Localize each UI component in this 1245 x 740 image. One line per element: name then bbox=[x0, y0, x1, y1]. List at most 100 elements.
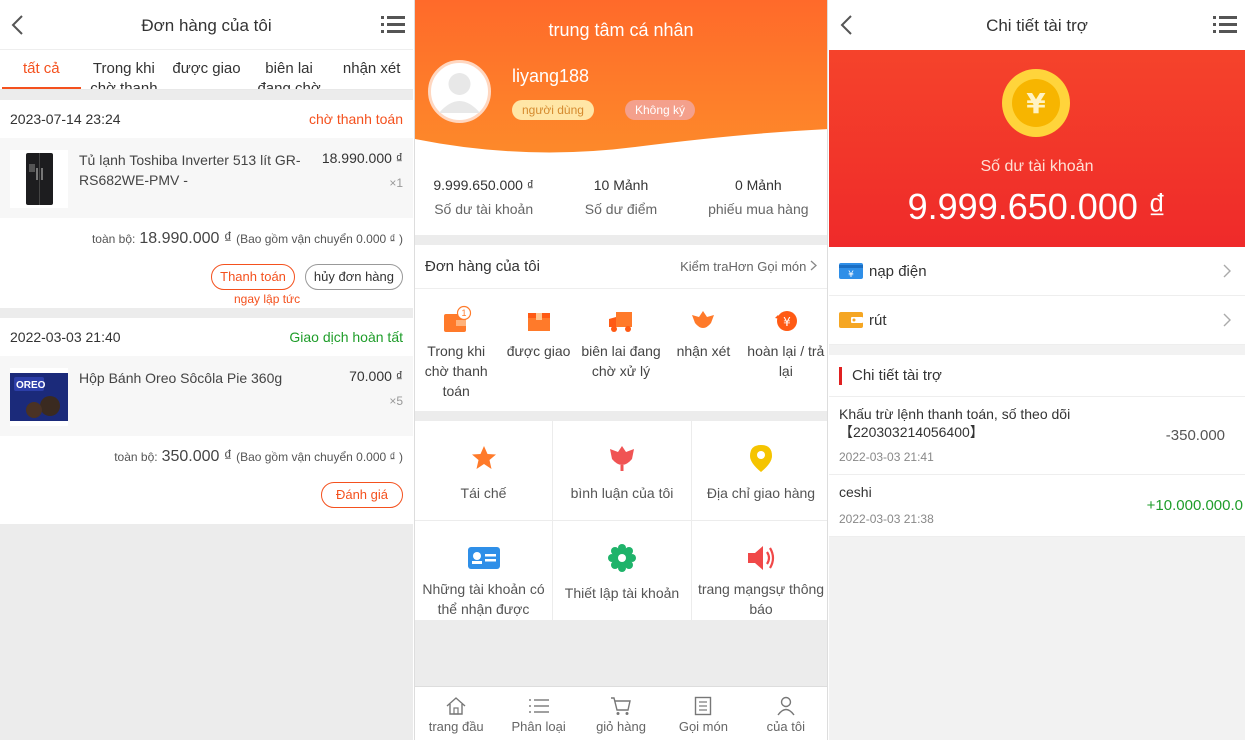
nav-home[interactable]: trang đầu bbox=[415, 687, 497, 740]
back-icon[interactable] bbox=[6, 12, 32, 38]
tab-all[interactable]: tất cả bbox=[0, 50, 83, 89]
tab-delivered[interactable]: được giao bbox=[165, 50, 248, 89]
tab-pending-payment[interactable]: Trong khi chờ thanh toán bbox=[83, 50, 166, 89]
cancel-order-button[interactable]: hủy đơn hàng bbox=[304, 264, 403, 290]
grid-label: Những tài khoản có thể nhận được bbox=[422, 581, 545, 617]
my-orders-header[interactable]: Đơn hàng của tôi Kiểm traHơn Gọi món bbox=[415, 245, 827, 289]
transaction-time: 2022-03-03 21:41 bbox=[839, 450, 934, 464]
svg-text:¥: ¥ bbox=[783, 315, 791, 329]
stat-label: phiếu mua hàng bbox=[708, 201, 809, 217]
service-grid: Tái chế bình luận của tôi Địa chỉ giao h… bbox=[415, 421, 827, 620]
fridge-thumbnail bbox=[10, 150, 68, 208]
status-review[interactable]: nhận xét bbox=[662, 289, 744, 411]
status-pending-payment[interactable]: 1 Trong khi chờ thanh toán bbox=[415, 289, 497, 411]
stat-value: 10 Mảnh bbox=[593, 177, 649, 193]
page-title: Chi tiết tài trợ bbox=[986, 16, 1088, 35]
balance-label: Số dư tài khoản bbox=[980, 158, 1094, 175]
speaker-icon bbox=[748, 546, 775, 570]
view-more-link[interactable]: Kiểm traHơn Gọi món bbox=[680, 259, 817, 274]
menu-icon[interactable] bbox=[1213, 14, 1237, 36]
status-label: biên lai đang chờ xử lý bbox=[581, 343, 661, 379]
grid-address[interactable]: Địa chỉ giao hàng bbox=[692, 421, 827, 520]
recharge-icon: ¥ bbox=[839, 263, 863, 280]
chevron-right-icon bbox=[1223, 264, 1231, 278]
menu-icon[interactable] bbox=[381, 14, 405, 36]
order-product[interactable]: Tủ lạnh Toshiba Inverter 513 lít GR-RS68… bbox=[0, 138, 413, 218]
order-card[interactable]: 2022-03-03 21:40 Giao dịch hoàn tất OREO… bbox=[0, 318, 413, 524]
stat-vouchers[interactable]: 0 Mảnh phiếu mua hàng bbox=[690, 157, 827, 235]
wallet-icon bbox=[839, 312, 863, 328]
order-product[interactable]: OREO Hộp Bánh Oreo Sôcôla Pie 360g 70.00… bbox=[0, 356, 413, 436]
person-icon bbox=[777, 696, 795, 716]
shipping-note: (Bao gồm vận chuyển 0.000 ₫ ) bbox=[236, 450, 403, 464]
product-qty: ×5 bbox=[389, 394, 403, 408]
pay-button[interactable]: Thanh toán bbox=[211, 264, 295, 290]
tab-pending-receipt[interactable]: biên lai đang chờ xử lý bbox=[248, 50, 331, 89]
chevron-right-icon bbox=[1223, 313, 1231, 327]
withdraw-row[interactable]: rút bbox=[829, 296, 1245, 345]
order-actions: Thanh toán hủy đơn hàng bbox=[0, 258, 413, 296]
funding-details-section: Chi tiết tài trợ Khấu trừ lệnh thanh toá… bbox=[829, 355, 1245, 537]
order-actions: Đánh giá bbox=[0, 476, 413, 514]
username: liyang188 bbox=[512, 66, 590, 86]
nav-label: giỏ hàng bbox=[596, 719, 646, 734]
stat-balance[interactable]: 9.999.650.000 ₫ Số dư tài khoản bbox=[415, 157, 552, 235]
status-label: hoàn lại / trả lại bbox=[747, 343, 825, 379]
order-status-icons: 1 Trong khi chờ thanh toán được giao biê… bbox=[415, 289, 827, 411]
grid-receivable-accounts[interactable]: Những tài khoản có thể nhận được bbox=[415, 521, 552, 620]
balance-card: ¥ Số dư tài khoản 9.999.650.000 ₫ bbox=[829, 50, 1245, 247]
order-status: chờ thanh toán bbox=[308, 111, 403, 127]
chevron-right-icon bbox=[810, 260, 817, 271]
coin-symbol: ¥ bbox=[1026, 87, 1046, 120]
status-pending-receipt[interactable]: biên lai đang chờ xử lý bbox=[580, 289, 662, 411]
balance-value: 9.999.650.000 ₫ bbox=[907, 186, 1167, 227]
grid-recycle[interactable]: Tái chế bbox=[415, 421, 552, 520]
transaction-desc: Khấu trừ lệnh thanh toán, số theo dõi【22… bbox=[839, 406, 1071, 440]
stat-points[interactable]: 10 Mảnh Số dư điểm bbox=[552, 157, 689, 235]
wallet-icon: 1 bbox=[444, 305, 472, 332]
order-card[interactable]: 2023-07-14 23:24 chờ thanh toán Tủ lạnh … bbox=[0, 100, 413, 308]
back-icon[interactable] bbox=[835, 12, 861, 38]
grid-label: trang mạngsự thông báo bbox=[697, 581, 825, 617]
order-status: Giao dịch hoàn tất bbox=[289, 329, 403, 345]
status-refund[interactable]: ¥ hoàn lại / trả lại bbox=[745, 289, 827, 411]
orders-panel: Đơn hàng của tôi tất cả Trong khi chờ th… bbox=[0, 0, 413, 740]
header-wave bbox=[415, 129, 827, 157]
transaction-time: 2022-03-03 21:38 bbox=[839, 512, 934, 526]
grid-account-settings[interactable]: Thiết lập tài khoản bbox=[553, 521, 691, 620]
status-label: Trong khi chờ thanh toán bbox=[424, 343, 488, 399]
product-price: 18.990.000 ₫ bbox=[321, 150, 403, 166]
stat-label: Số dư tài khoản bbox=[434, 201, 534, 217]
transaction-row[interactable]: ceshi 2022-03-03 21:38 +10.000.000.0 bbox=[829, 475, 1245, 537]
section-title: Chi tiết tài trợ bbox=[829, 355, 1245, 397]
pay-now-note: ngay lập tức bbox=[234, 292, 301, 306]
order-header: 2022-03-03 21:40 Giao dịch hoàn tất bbox=[0, 318, 413, 356]
nav-orders[interactable]: Gọi món bbox=[662, 687, 744, 740]
grid-notifications[interactable]: trang mạngsự thông báo bbox=[692, 521, 827, 620]
transaction-row[interactable]: Khấu trừ lệnh thanh toán, số theo dõi【22… bbox=[829, 397, 1245, 475]
order-tabs: tất cả Trong khi chờ thanh toán được gia… bbox=[0, 50, 413, 90]
account-stats: 9.999.650.000 ₫ Số dư tài khoản 10 Mảnh … bbox=[415, 157, 827, 235]
status-shipped[interactable]: được giao bbox=[497, 289, 579, 411]
nav-cart[interactable]: giỏ hàng bbox=[580, 687, 662, 740]
nav-label: Phân loại bbox=[511, 719, 566, 734]
my-orders-section: Đơn hàng của tôi Kiểm traHơn Gọi món 1 T… bbox=[415, 245, 827, 411]
grid-my-reviews[interactable]: bình luận của tôi bbox=[553, 421, 691, 520]
cart-icon bbox=[611, 697, 631, 715]
order-date: 2022-03-03 21:40 bbox=[10, 329, 121, 345]
order-total: toàn bộ: 350.000 ₫ (Bao gồm vận chuyển 0.0… bbox=[0, 436, 413, 476]
recharge-row[interactable]: ¥ nạp điện bbox=[829, 247, 1245, 296]
funding-panel: Chi tiết tài trợ ¥ Số dư tài khoản 9.999… bbox=[829, 0, 1245, 740]
transaction-amount: +10.000.000.0 bbox=[1146, 497, 1243, 514]
oreo-thumbnail: OREO bbox=[10, 368, 68, 426]
review-button[interactable]: Đánh giá bbox=[320, 482, 403, 508]
tab-review[interactable]: nhận xét bbox=[330, 50, 413, 89]
stat-value: 9.999.650.000 ₫ bbox=[433, 177, 534, 193]
order-badge: 1 bbox=[462, 308, 467, 318]
refund-icon: ¥ bbox=[774, 311, 797, 331]
nav-label: Gọi món bbox=[678, 719, 728, 734]
nav-category[interactable]: Phân loại bbox=[497, 687, 579, 740]
nav-me[interactable]: của tôi bbox=[745, 687, 827, 740]
avatar[interactable] bbox=[428, 60, 491, 123]
order-header: 2023-07-14 23:24 chờ thanh toán bbox=[0, 100, 413, 138]
